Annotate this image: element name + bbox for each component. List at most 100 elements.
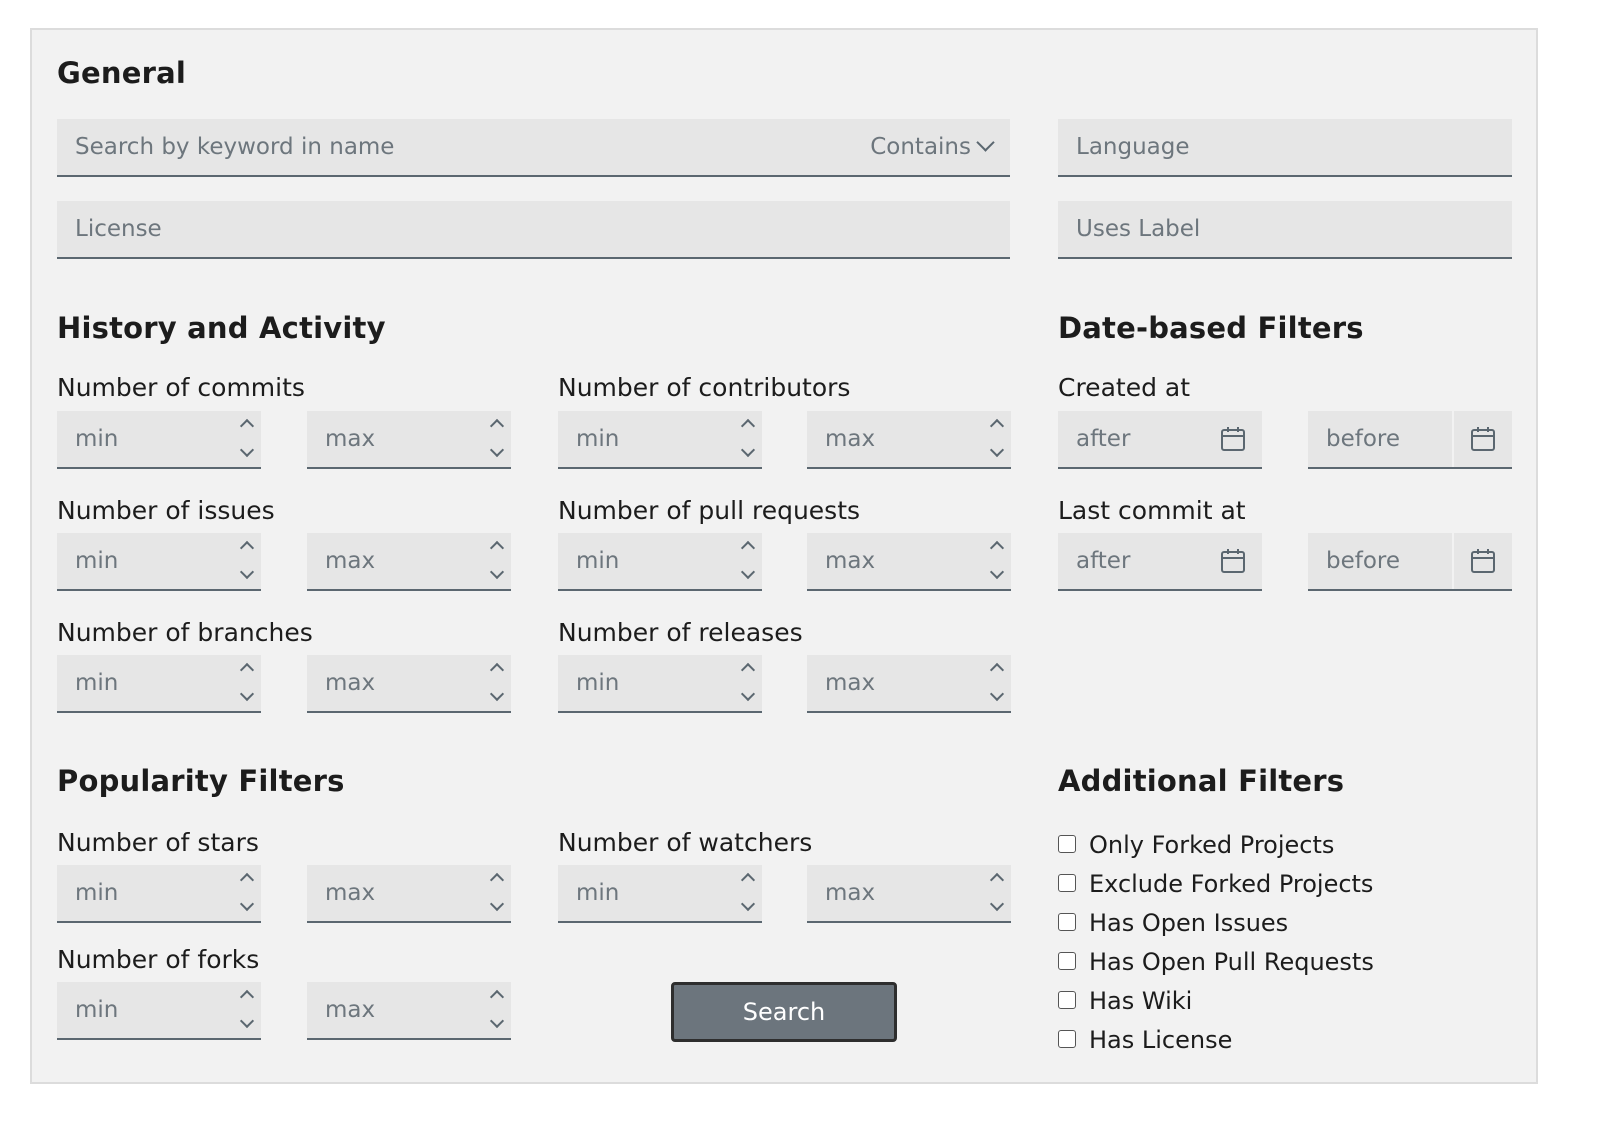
spin-down-icon[interactable] bbox=[239, 441, 255, 465]
watchers-max-field[interactable] bbox=[807, 865, 1011, 923]
spin-up-icon[interactable] bbox=[489, 535, 505, 559]
contributors-max-input[interactable] bbox=[807, 411, 983, 467]
spin-up-icon[interactable] bbox=[489, 867, 505, 891]
spin-down-icon[interactable] bbox=[740, 563, 756, 587]
branches-max-input[interactable] bbox=[307, 655, 483, 711]
spin-up-icon[interactable] bbox=[989, 657, 1005, 681]
watchers-min-input[interactable] bbox=[558, 865, 734, 921]
spin-up-icon[interactable] bbox=[239, 657, 255, 681]
spin-down-icon[interactable] bbox=[489, 563, 505, 587]
uses-label-field[interactable] bbox=[1058, 201, 1512, 259]
number-spinner[interactable] bbox=[983, 655, 1011, 711]
spin-down-icon[interactable] bbox=[239, 1012, 255, 1036]
spin-up-icon[interactable] bbox=[740, 535, 756, 559]
spin-up-icon[interactable] bbox=[989, 867, 1005, 891]
open-issues-checkbox[interactable] bbox=[1058, 913, 1076, 931]
created-before-field[interactable] bbox=[1308, 411, 1512, 469]
last-commit-after-field[interactable] bbox=[1058, 533, 1262, 591]
spin-up-icon[interactable] bbox=[989, 535, 1005, 559]
license-input[interactable] bbox=[57, 201, 1010, 257]
spin-up-icon[interactable] bbox=[239, 867, 255, 891]
last-commit-before-calendar-button[interactable] bbox=[1452, 533, 1512, 589]
releases-min-field[interactable] bbox=[558, 655, 762, 713]
license-field[interactable] bbox=[57, 201, 1010, 259]
spin-down-icon[interactable] bbox=[239, 895, 255, 919]
last-commit-after-calendar-button[interactable] bbox=[1204, 533, 1262, 589]
issues-min-field[interactable] bbox=[57, 533, 261, 591]
branches-min-input[interactable] bbox=[57, 655, 233, 711]
last-commit-before-field[interactable] bbox=[1308, 533, 1512, 591]
spin-down-icon[interactable] bbox=[239, 685, 255, 709]
pull-requests-min-input[interactable] bbox=[558, 533, 734, 589]
number-spinner[interactable] bbox=[483, 533, 511, 589]
keyword-search-field[interactable]: Contains bbox=[57, 119, 1010, 177]
spin-down-icon[interactable] bbox=[489, 895, 505, 919]
watchers-min-field[interactable] bbox=[558, 865, 762, 923]
created-before-input[interactable] bbox=[1308, 411, 1458, 467]
forks-min-input[interactable] bbox=[57, 982, 233, 1038]
keyword-search-input[interactable] bbox=[57, 119, 817, 175]
commits-min-field[interactable] bbox=[57, 411, 261, 469]
issues-max-input[interactable] bbox=[307, 533, 483, 589]
stars-min-field[interactable] bbox=[57, 865, 261, 923]
language-input[interactable] bbox=[1058, 119, 1512, 175]
number-spinner[interactable] bbox=[233, 533, 261, 589]
spin-up-icon[interactable] bbox=[489, 984, 505, 1008]
commits-max-field[interactable] bbox=[307, 411, 511, 469]
number-spinner[interactable] bbox=[483, 982, 511, 1038]
number-spinner[interactable] bbox=[483, 865, 511, 921]
spin-down-icon[interactable] bbox=[489, 685, 505, 709]
number-spinner[interactable] bbox=[734, 533, 762, 589]
spin-up-icon[interactable] bbox=[989, 413, 1005, 437]
exclude-forked-checkbox[interactable] bbox=[1058, 874, 1076, 892]
match-mode-dropdown[interactable]: Contains bbox=[870, 119, 995, 175]
spin-up-icon[interactable] bbox=[239, 535, 255, 559]
spin-up-icon[interactable] bbox=[489, 413, 505, 437]
has-wiki-checkbox[interactable] bbox=[1058, 991, 1076, 1009]
number-spinner[interactable] bbox=[233, 655, 261, 711]
created-after-field[interactable] bbox=[1058, 411, 1262, 469]
spin-down-icon[interactable] bbox=[489, 441, 505, 465]
created-before-calendar-button[interactable] bbox=[1452, 411, 1512, 467]
search-button[interactable]: Search bbox=[671, 982, 897, 1042]
number-spinner[interactable] bbox=[983, 865, 1011, 921]
number-spinner[interactable] bbox=[483, 411, 511, 467]
contributors-min-input[interactable] bbox=[558, 411, 734, 467]
stars-max-input[interactable] bbox=[307, 865, 483, 921]
has-license-checkbox[interactable] bbox=[1058, 1030, 1076, 1048]
forks-max-field[interactable] bbox=[307, 982, 511, 1040]
number-spinner[interactable] bbox=[983, 411, 1011, 467]
forks-max-input[interactable] bbox=[307, 982, 483, 1038]
number-spinner[interactable] bbox=[233, 411, 261, 467]
spin-down-icon[interactable] bbox=[489, 1012, 505, 1036]
number-spinner[interactable] bbox=[734, 655, 762, 711]
spin-down-icon[interactable] bbox=[740, 895, 756, 919]
open-pull-requests-checkbox[interactable] bbox=[1058, 952, 1076, 970]
number-spinner[interactable] bbox=[734, 865, 762, 921]
last-commit-before-input[interactable] bbox=[1308, 533, 1458, 589]
commits-max-input[interactable] bbox=[307, 411, 483, 467]
pull-requests-max-field[interactable] bbox=[807, 533, 1011, 591]
number-spinner[interactable] bbox=[734, 411, 762, 467]
number-spinner[interactable] bbox=[983, 533, 1011, 589]
releases-max-input[interactable] bbox=[807, 655, 983, 711]
branches-max-field[interactable] bbox=[307, 655, 511, 713]
forks-min-field[interactable] bbox=[57, 982, 261, 1040]
spin-down-icon[interactable] bbox=[989, 441, 1005, 465]
spin-up-icon[interactable] bbox=[740, 657, 756, 681]
spin-up-icon[interactable] bbox=[489, 657, 505, 681]
pull-requests-max-input[interactable] bbox=[807, 533, 983, 589]
spin-up-icon[interactable] bbox=[239, 984, 255, 1008]
uses-label-input[interactable] bbox=[1058, 201, 1512, 257]
commits-min-input[interactable] bbox=[57, 411, 233, 467]
spin-up-icon[interactable] bbox=[740, 413, 756, 437]
number-spinner[interactable] bbox=[483, 655, 511, 711]
spin-down-icon[interactable] bbox=[239, 563, 255, 587]
releases-min-input[interactable] bbox=[558, 655, 734, 711]
contributors-min-field[interactable] bbox=[558, 411, 762, 469]
spin-down-icon[interactable] bbox=[989, 895, 1005, 919]
spin-up-icon[interactable] bbox=[239, 413, 255, 437]
number-spinner[interactable] bbox=[233, 865, 261, 921]
spin-down-icon[interactable] bbox=[989, 685, 1005, 709]
issues-min-input[interactable] bbox=[57, 533, 233, 589]
